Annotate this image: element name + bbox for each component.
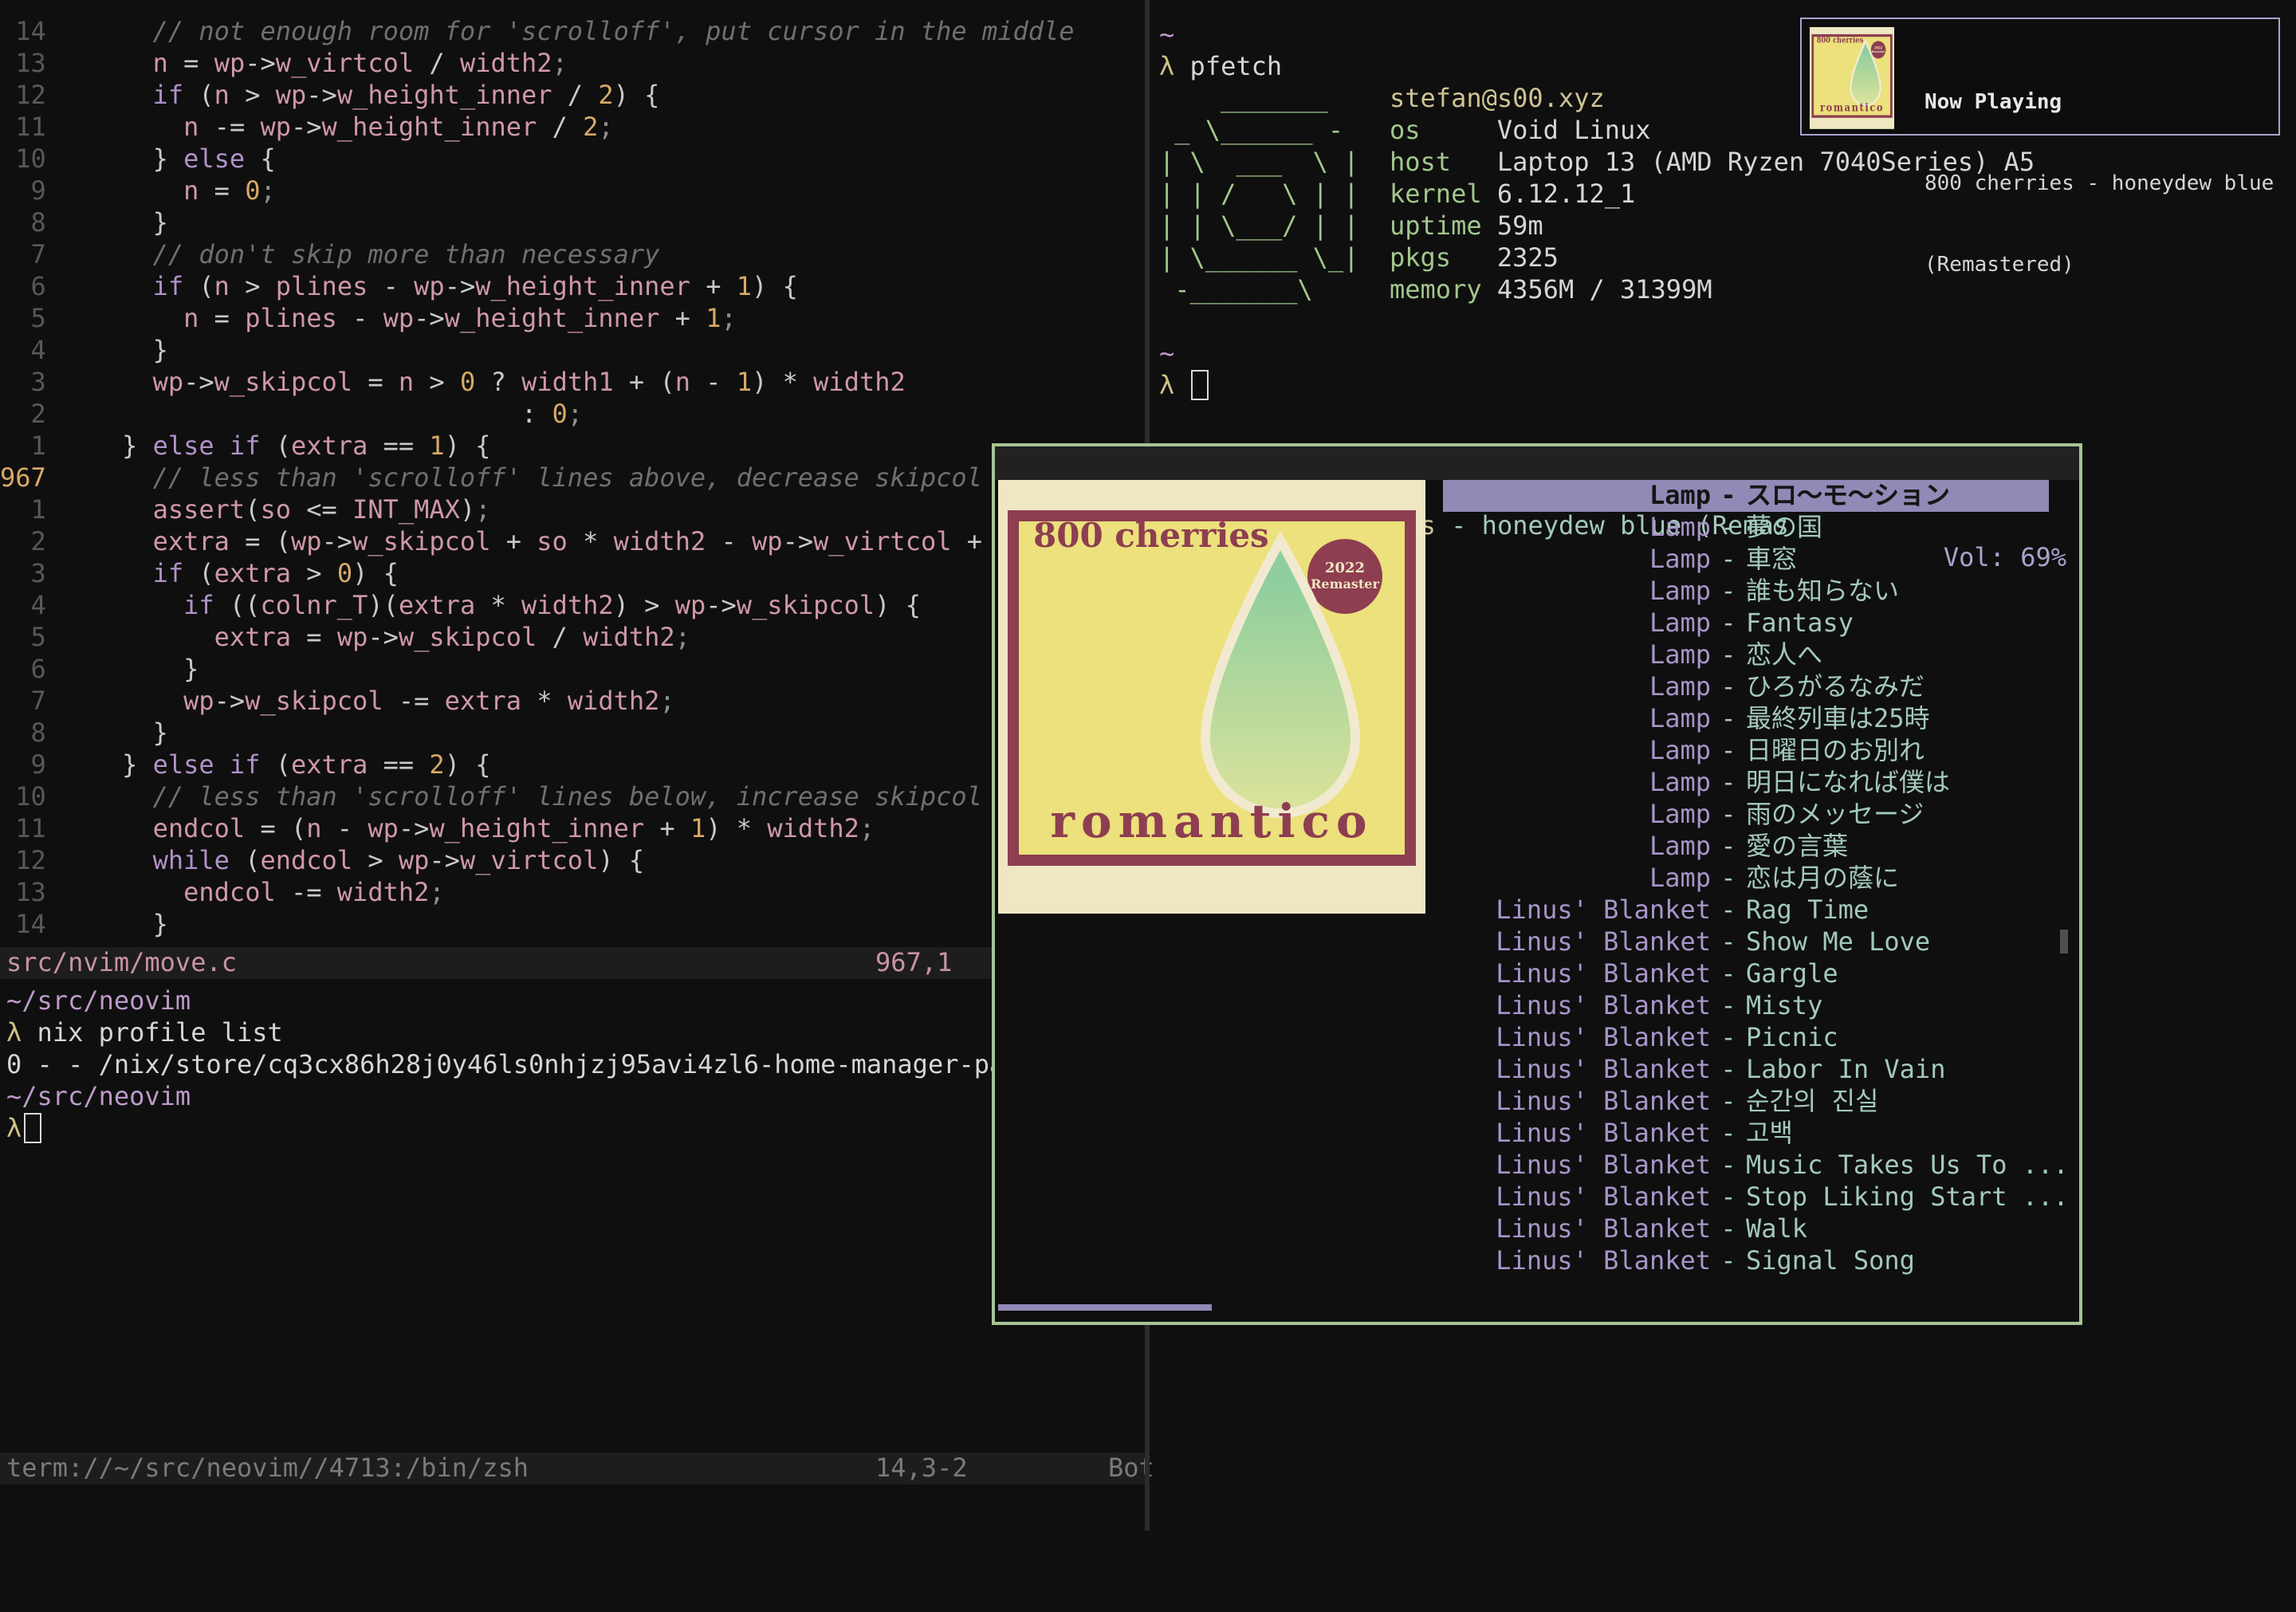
code-line: 3 if (extra > 0) { — [0, 558, 1145, 590]
playlist-row[interactable]: Lamp-明日になれば僕は — [1443, 767, 2049, 799]
playlist-row[interactable]: Linus' Blanket-Signal Song — [1443, 1245, 2049, 1277]
album-art: 800 cherries 2022Remaster romantico — [998, 480, 1425, 914]
prompt-directory: ~ — [1159, 19, 1174, 49]
code-line: 14 } — [0, 909, 1145, 941]
screen: 14 // not enough room for 'scrolloff', p… — [0, 0, 2296, 1531]
command-text: nix profile list — [22, 1017, 283, 1048]
terminal-statusline: term://~/src/neovim//4713:/bin/zsh 14,3-… — [0, 1453, 1145, 1484]
code-line: 5 n = plines - wp->w_height_inner + 1; — [0, 303, 1145, 335]
code-line: 10 } else { — [0, 144, 1145, 175]
playlist[interactable]: Lamp-スロ〜モ〜ションLamp-夢の国Lamp-車窓Lamp-誰も知らないL… — [1443, 480, 2049, 1277]
code-line: 1 assert(so <= INT_MAX); — [0, 494, 1145, 526]
command-output: 0 - - /nix/store/cq3cx86h28j0y46ls0nhjzj… — [6, 1049, 1036, 1079]
code-line: 10 // less than 'scrolloff' lines below,… — [0, 781, 1145, 813]
playlist-row[interactable]: Lamp-雨のメッセージ — [1443, 799, 2049, 831]
prompt-directory: ~/src/neovim — [6, 1081, 191, 1111]
terminal-cursor — [1192, 370, 1209, 400]
code-line: 4 } — [0, 335, 1145, 367]
code-line: 13 endcol -= width2; — [0, 877, 1145, 909]
playlist-row[interactable]: Linus' Blanket-Labor In Vain — [1443, 1054, 2049, 1086]
code-line: 12 while (endcol > wp->w_virtcol) { — [0, 845, 1145, 877]
playlist-row[interactable]: Linus' Blanket-Show Me Love — [1443, 926, 2049, 958]
statusline-buffer-name: term://~/src/neovim//4713:/bin/zsh — [6, 1453, 529, 1484]
playlist-row[interactable]: Linus' Blanket-순간의 진실 — [1443, 1086, 2049, 1118]
playlist-row[interactable]: Linus' Blanket-Picnic — [1443, 1022, 2049, 1054]
terminal-cursor — [23, 1113, 41, 1143]
code-line: 13 n = wp->w_virtcol / width2; — [0, 48, 1145, 80]
playlist-row[interactable]: Linus' Blanket-고백 — [1443, 1118, 2049, 1150]
code-line: 8 } — [0, 207, 1145, 239]
playlist-row[interactable]: Linus' Blanket-Gargle — [1443, 958, 2049, 990]
playlist-row[interactable]: Lamp-日曜日のお別れ — [1443, 735, 2049, 767]
teardrop-graphic — [1848, 39, 1883, 108]
playlist-row[interactable]: Lamp-愛の言葉 — [1443, 831, 2049, 863]
playlist-row[interactable]: Lamp-恋は月の蔭に — [1443, 863, 2049, 894]
code-line: 8 } — [0, 718, 1145, 749]
notification-album-thumbnail: 800 cherries 2022Remaster romantico — [1810, 27, 1894, 129]
code-line: 11 n -= wp->w_height_inner / 2; — [0, 112, 1145, 144]
playlist-row[interactable]: Lamp-Fantasy — [1443, 607, 2049, 639]
playlist-scrollbar[interactable] — [2060, 930, 2068, 953]
code-line: 4 if ((colnr_T)(extra * width2) > wp->w_… — [0, 590, 1145, 622]
code-line: 6 if (n > plines - wp->w_height_inner + … — [0, 271, 1145, 303]
playlist-row[interactable]: Lamp-最終列車は25時 — [1443, 703, 2049, 735]
prompt-directory: ~ — [1159, 338, 1174, 368]
code-line: 1 } else if (extra == 1) { — [0, 431, 1145, 462]
playlist-row[interactable]: Linus' Blanket-Walk — [1443, 1213, 2049, 1245]
prompt-lambda: λ — [1159, 51, 1174, 81]
nvim-terminal-buffer[interactable]: ~/src/neovim λ nix profile list 0 - - /n… — [6, 985, 1145, 1145]
code-line: 14 // not enough room for 'scrolloff', p… — [0, 16, 1145, 48]
now-playing-notification[interactable]: 800 cherries 2022Remaster romantico Now … — [1800, 18, 2280, 136]
playlist-row[interactable]: Linus' Blanket-Music Takes Us To ... — [1443, 1150, 2049, 1181]
playlist-row[interactable]: Lamp-夢の国 — [1443, 512, 2049, 544]
playlist-row[interactable]: Linus' Blanket-Misty — [1443, 990, 2049, 1022]
code-line: 7 // don't skip more than necessary — [0, 239, 1145, 271]
playlist-row[interactable]: Linus' Blanket-Stop Liking Start ... — [1443, 1181, 2049, 1213]
notification-title: Now Playing — [1924, 89, 2274, 116]
prompt-directory: ~/src/neovim — [6, 985, 191, 1016]
nvim-pane[interactable]: 14 // not enough room for 'scrolloff', p… — [0, 0, 1145, 1531]
player-header: [Playing] herries - honeydew blue (Remas… — [995, 446, 2079, 480]
playlist-row[interactable]: Lamp-恋人へ — [1443, 639, 2049, 671]
nvim-statusline: src/nvim/move.c 967,1 — [0, 947, 1145, 979]
code-line: 5 extra = wp->w_skipcol / width2; — [0, 622, 1145, 654]
playlist-row[interactable]: Lamp-ひろがるなみだ — [1443, 671, 2049, 703]
code-line: 967 // less than 'scrolloff' lines above… — [0, 462, 1145, 494]
teardrop-graphic — [1193, 531, 1368, 824]
prompt-lambda: λ — [6, 1017, 22, 1048]
code-line: 9 n = 0; — [0, 175, 1145, 207]
music-player-window[interactable]: [Playing] herries - honeydew blue (Remas… — [992, 443, 2082, 1325]
notification-song-line2: (Remastered) — [1924, 252, 2274, 279]
code-editor[interactable]: 14 // not enough room for 'scrolloff', p… — [0, 0, 1145, 941]
code-line: 12 if (n > wp->w_height_inner / 2) { — [0, 80, 1145, 112]
code-line: 7 wp->w_skipcol -= extra * width2; — [0, 686, 1145, 718]
code-line: 2 : 0; — [0, 399, 1145, 431]
code-line: 3 wp->w_skipcol = n > 0 ? width1 + (n - … — [0, 367, 1145, 399]
code-line: 9 } else if (extra == 2) { — [0, 749, 1145, 781]
notification-song-line1: 800 cherries - honeydew blue — [1924, 171, 2274, 198]
album-title-text: romantico — [1019, 805, 1405, 837]
playlist-row[interactable]: Lamp-スロ〜モ〜ション — [1443, 480, 2049, 512]
track-progress-bar[interactable] — [998, 1304, 1212, 1311]
playlist-row[interactable]: Lamp-車窓 — [1443, 544, 2049, 576]
statusline-filename: src/nvim/move.c — [6, 947, 237, 979]
playlist-row[interactable]: Linus' Blanket-Rag Time — [1443, 894, 2049, 926]
playlist-row[interactable]: Lamp-誰も知らない — [1443, 576, 2049, 607]
code-line: 6 } — [0, 654, 1145, 686]
prompt-lambda: λ — [1159, 370, 1174, 400]
statusline-ruler: 967,1 — [875, 947, 952, 979]
command-text: pfetch — [1174, 51, 1282, 81]
code-line: 11 endcol = (n - wp->w_height_inner + 1)… — [0, 813, 1145, 845]
code-line: 2 extra = (wp->w_skipcol + so * width2 -… — [0, 526, 1145, 558]
prompt-lambda: λ — [6, 1113, 22, 1143]
statusline-ruler: 14,3-2 — [875, 1453, 968, 1484]
